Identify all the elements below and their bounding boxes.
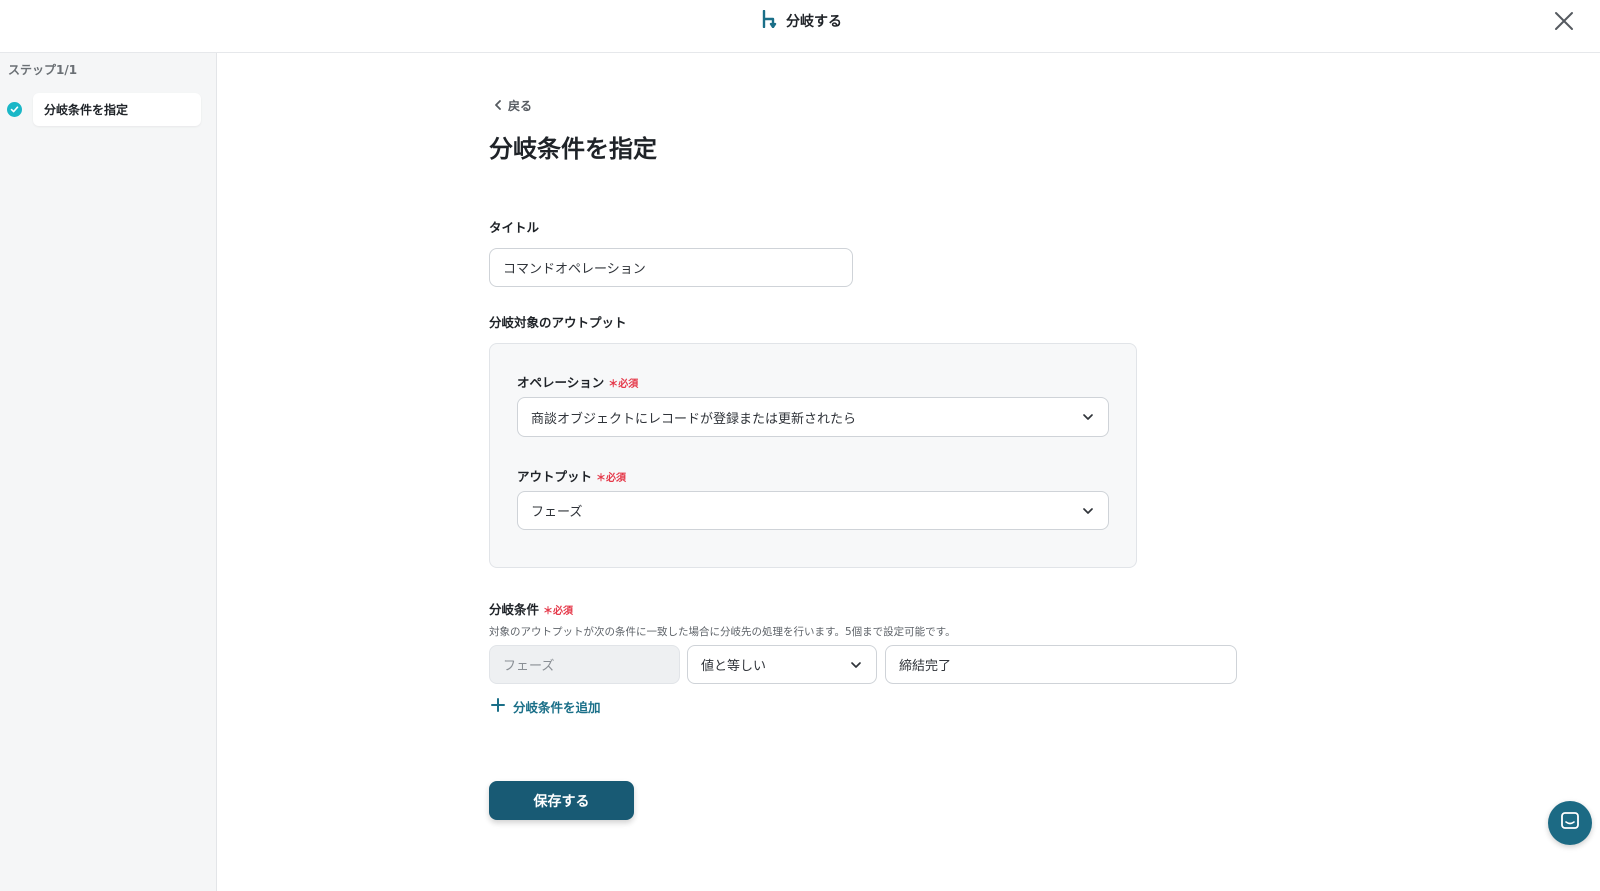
title-field-label: タイトル	[489, 220, 540, 235]
page-title: 分岐条件を指定	[489, 135, 657, 163]
chat-widget-button[interactable]	[1548, 801, 1592, 845]
condition-field-value: フェーズ	[503, 659, 555, 674]
back-link[interactable]: 戻る	[494, 97, 532, 114]
close-icon[interactable]	[1551, 8, 1577, 34]
check-circle-icon	[7, 102, 22, 117]
required-badge: ＊必須	[596, 473, 627, 484]
top-bar: 分岐する	[0, 0, 1600, 53]
operation-select-value: 商談オブジェクトにレコードが登録または更新されたら	[531, 411, 857, 427]
operation-select[interactable]: 商談オブジェクトにレコードが登録または更新されたら	[517, 397, 1109, 437]
output-select[interactable]: フェーズ	[517, 491, 1109, 530]
chevron-down-icon	[1083, 414, 1093, 420]
title-input-value: コマンドオペレーション	[503, 262, 646, 277]
chevron-left-icon	[494, 99, 502, 113]
required-badge: ＊必須	[543, 606, 574, 617]
header-title: 分岐する	[786, 14, 842, 30]
condition-value-input[interactable]: 締結完了	[885, 645, 1237, 684]
output-select-value: フェーズ	[531, 505, 583, 520]
output-label: アウトプット ＊必須	[517, 466, 626, 485]
condition-label-text: 分岐条件	[489, 602, 540, 617]
title-input[interactable]: コマンドオペレーション	[489, 248, 853, 287]
condition-field-input: フェーズ	[489, 645, 680, 684]
branch-icon	[760, 9, 778, 32]
output-section-label: 分岐対象のアウトプット	[489, 315, 627, 330]
condition-help-text: 対象のアウトプットが次の条件に一致した場合に分岐先の処理を行います。5個まで設定…	[489, 626, 956, 638]
condition-operator-select[interactable]: 値と等しい	[687, 645, 877, 684]
sidebar-item-branch-condition[interactable]: 分岐条件を指定	[33, 93, 201, 126]
required-badge: ＊必須	[608, 379, 639, 390]
output-panel: オペレーション ＊必須 商談オブジェクトにレコードが登録または更新されたら アウト…	[489, 343, 1137, 568]
add-condition-label: 分岐条件を追加	[513, 700, 601, 715]
output-label-text: アウトプット	[517, 469, 593, 484]
back-label: 戻る	[508, 99, 533, 113]
chevron-down-icon	[851, 661, 861, 668]
chat-icon	[1559, 810, 1581, 836]
step-counter: ステップ1/1	[8, 63, 78, 77]
header-title-group: 分岐する	[760, 9, 842, 32]
condition-section-label: 分岐条件 ＊必須	[489, 599, 573, 618]
operation-label: オペレーション ＊必須	[517, 372, 638, 391]
operation-label-text: オペレーション	[517, 375, 605, 390]
save-button[interactable]: 保存する	[489, 781, 634, 820]
add-condition-button[interactable]: 分岐条件を追加	[491, 697, 601, 716]
plus-icon	[491, 698, 505, 715]
condition-value-text: 締結完了	[899, 659, 952, 674]
chevron-down-icon	[1083, 507, 1093, 514]
step-sidebar: ステップ1/1 分岐条件を指定	[0, 53, 217, 891]
main-content: 戻る 分岐条件を指定 タイトル コマンドオペレーション 分岐対象のアウトプット …	[217, 53, 1600, 891]
condition-operator-value: 値と等しい	[701, 659, 767, 674]
